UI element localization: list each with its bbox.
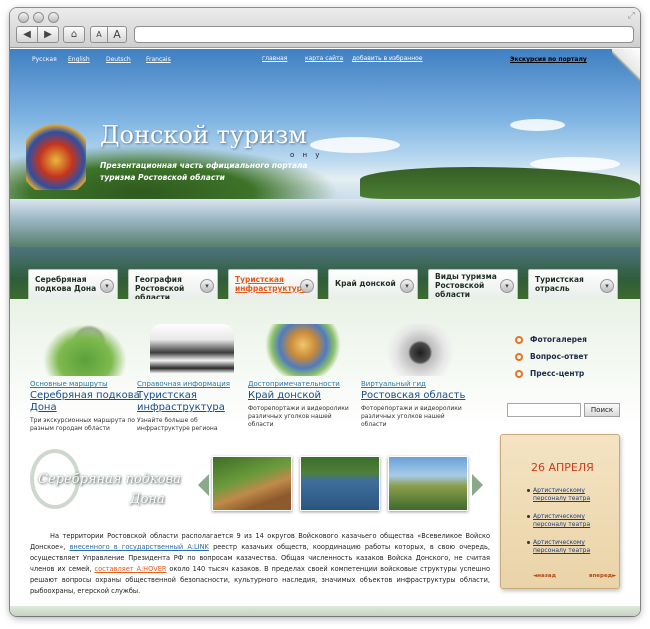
feature-category[interactable]: Основные маршруты bbox=[30, 380, 140, 388]
bullet-icon bbox=[515, 352, 523, 361]
site-title[interactable]: Донской туризм bbox=[100, 121, 307, 149]
chevron-down-icon[interactable]: ▾ bbox=[300, 279, 314, 293]
link-press-center[interactable]: Пресс-центр bbox=[515, 369, 588, 378]
feature-description: Фоторепортажи и видеоролики различных уг… bbox=[361, 405, 462, 428]
close-window-button[interactable] bbox=[18, 12, 29, 23]
minimize-window-button[interactable] bbox=[33, 12, 44, 23]
back-button[interactable]: ◀ bbox=[16, 26, 38, 43]
feature-category[interactable]: Виртуальный гид bbox=[361, 380, 471, 388]
link-faq[interactable]: Вопрос-ответ bbox=[515, 352, 588, 361]
fullscreen-icon[interactable]: ⤢ bbox=[628, 11, 635, 21]
calendar-event-link[interactable]: Артистическому персоналу театра bbox=[527, 513, 613, 529]
lang-german[interactable]: Deutsch bbox=[106, 56, 131, 63]
lang-russian[interactable]: Русская bbox=[32, 56, 57, 63]
chevron-down-icon[interactable]: ▾ bbox=[500, 279, 514, 293]
article-text: На территории Ростовской области распола… bbox=[30, 532, 490, 595]
feature-routes: Основные маршруты Серебряная подкова Дон… bbox=[30, 324, 140, 433]
camera-image[interactable] bbox=[374, 324, 458, 376]
tab-geography[interactable]: География Ростовской области ▾ bbox=[128, 269, 218, 303]
link-photo-gallery[interactable]: Фотогалерея bbox=[515, 335, 588, 344]
feature-description: Узнайте больше об инфраструктуре региона bbox=[137, 417, 218, 432]
hero-banner: Русская English Deutsch Français главная… bbox=[10, 49, 640, 299]
article-link[interactable]: внесенного в государственный A:LINK bbox=[70, 543, 209, 551]
tab-tourist-infrastructure[interactable]: Туристская инфраструктура ▾ bbox=[228, 269, 318, 303]
main-nav: Серебряная подкова Дона ▾ География Рост… bbox=[28, 269, 628, 303]
lang-french[interactable]: Français bbox=[146, 56, 171, 63]
bullet-icon bbox=[515, 369, 523, 378]
tab-silver-horseshoe[interactable]: Серебряная подкова Дона ▾ bbox=[28, 269, 118, 303]
page-footer-bar bbox=[10, 606, 640, 616]
gallery-thumb-deer[interactable] bbox=[212, 456, 292, 511]
chevron-down-icon[interactable]: ▾ bbox=[200, 279, 214, 293]
search-input[interactable] bbox=[507, 403, 581, 417]
gallery-thumb-steppe[interactable] bbox=[388, 456, 468, 511]
calendar-event-link[interactable]: Артистическому персоналу театра bbox=[527, 539, 613, 555]
site-description: Презентационная часть официального порта… bbox=[100, 161, 308, 182]
feature-category[interactable]: Справочная информация bbox=[137, 380, 247, 388]
lang-english[interactable]: English bbox=[68, 56, 90, 63]
forest-right bbox=[360, 167, 640, 199]
feature-title[interactable]: Туристская инфраструктура bbox=[137, 390, 247, 414]
tab-tourism-types[interactable]: Виды туризма Ростовской области ▾ bbox=[428, 269, 518, 303]
forward-button[interactable]: ▶ bbox=[37, 26, 59, 43]
chevron-down-icon[interactable]: ▾ bbox=[400, 279, 414, 293]
side-links: Фотогалерея Вопрос-ответ Пресс-центр bbox=[515, 335, 588, 386]
chevron-down-icon[interactable]: ▾ bbox=[100, 279, 114, 293]
coat-of-arms-logo[interactable] bbox=[26, 124, 86, 190]
feature-virtual-guide: Виртуальный гид Ростовская область Фотор… bbox=[361, 324, 471, 429]
bullet-icon bbox=[515, 335, 523, 344]
browser-window: ⤢ ◀ ▶ ⌂ A A Русская English Deutsch Fran… bbox=[10, 8, 640, 616]
arrow-right-icon: ▶ bbox=[44, 29, 52, 40]
feature-title[interactable]: Серебряная подкова Дона bbox=[30, 390, 140, 414]
feature-title[interactable]: Ростовская область bbox=[361, 390, 471, 402]
gallery-thumb-river[interactable] bbox=[300, 456, 380, 511]
horseshoe-map-image[interactable] bbox=[43, 324, 127, 376]
feature-category[interactable]: Достопримечательности bbox=[248, 380, 358, 388]
feature-description: Фоторепортажи и видеоролики различных уг… bbox=[248, 405, 349, 428]
search-button[interactable]: Поиск bbox=[584, 403, 620, 417]
portal-tour-link[interactable]: Экскурсия по порталу bbox=[510, 56, 587, 63]
home-button[interactable]: ⌂ bbox=[63, 26, 85, 43]
feature-description: Три экскурсионных маршрута по разным гор… bbox=[30, 417, 135, 432]
tab-don-region[interactable]: Край донской ▾ bbox=[328, 269, 418, 303]
link-home[interactable]: главная bbox=[262, 55, 287, 62]
feature-title[interactable]: Край донской bbox=[248, 390, 358, 402]
article-link-hover[interactable]: составляет A:HOVER bbox=[94, 565, 166, 573]
tab-tourism-industry[interactable]: Туристская отрасль ▾ bbox=[528, 269, 618, 303]
feature-sights: Достопримечательности Край донской Фотор… bbox=[248, 324, 358, 429]
calendar-next-button[interactable]: вперед► bbox=[589, 573, 616, 579]
chevron-down-icon[interactable]: ▾ bbox=[600, 279, 614, 293]
browser-toolbar: ⤢ ◀ ▶ ⌂ A A bbox=[10, 8, 640, 48]
calendar-date: 26 АПРЕЛЯ bbox=[531, 461, 594, 474]
font-smaller-button[interactable]: A bbox=[90, 26, 108, 43]
river bbox=[10, 199, 640, 247]
event-calendar: 26 АПРЕЛЯ Артистическому персоналу театр… bbox=[500, 434, 620, 589]
cossack-figures-image[interactable] bbox=[261, 324, 345, 376]
page-curl-icon[interactable] bbox=[612, 49, 640, 81]
calendar-event-link[interactable]: Артистическому персоналу театра bbox=[527, 487, 613, 503]
web-page: Русская English Deutsch Français главная… bbox=[10, 49, 640, 616]
bus-image[interactable] bbox=[150, 324, 234, 376]
arrow-left-icon: ◀ bbox=[23, 29, 31, 40]
silver-horseshoe-logo[interactable]: Серебряная подкова Дона bbox=[30, 449, 200, 519]
content-area: Основные маршруты Серебряная подкова Дон… bbox=[10, 299, 640, 616]
font-larger-button[interactable]: A bbox=[107, 26, 127, 43]
link-add-favorites[interactable]: добавить в избранное bbox=[352, 55, 423, 62]
link-sitemap[interactable]: карта сайта bbox=[305, 55, 343, 62]
feature-reference: Справочная информация Туристская инфраст… bbox=[137, 324, 247, 433]
address-bar[interactable] bbox=[134, 26, 634, 43]
zoom-window-button[interactable] bbox=[48, 12, 59, 23]
site-subtitle: о н у bbox=[290, 151, 323, 159]
gallery-next-arrow[interactable] bbox=[472, 474, 483, 496]
calendar-prev-button[interactable]: ◄назад bbox=[533, 573, 556, 579]
gallery-prev-arrow[interactable] bbox=[198, 474, 209, 496]
home-icon: ⌂ bbox=[70, 29, 78, 40]
